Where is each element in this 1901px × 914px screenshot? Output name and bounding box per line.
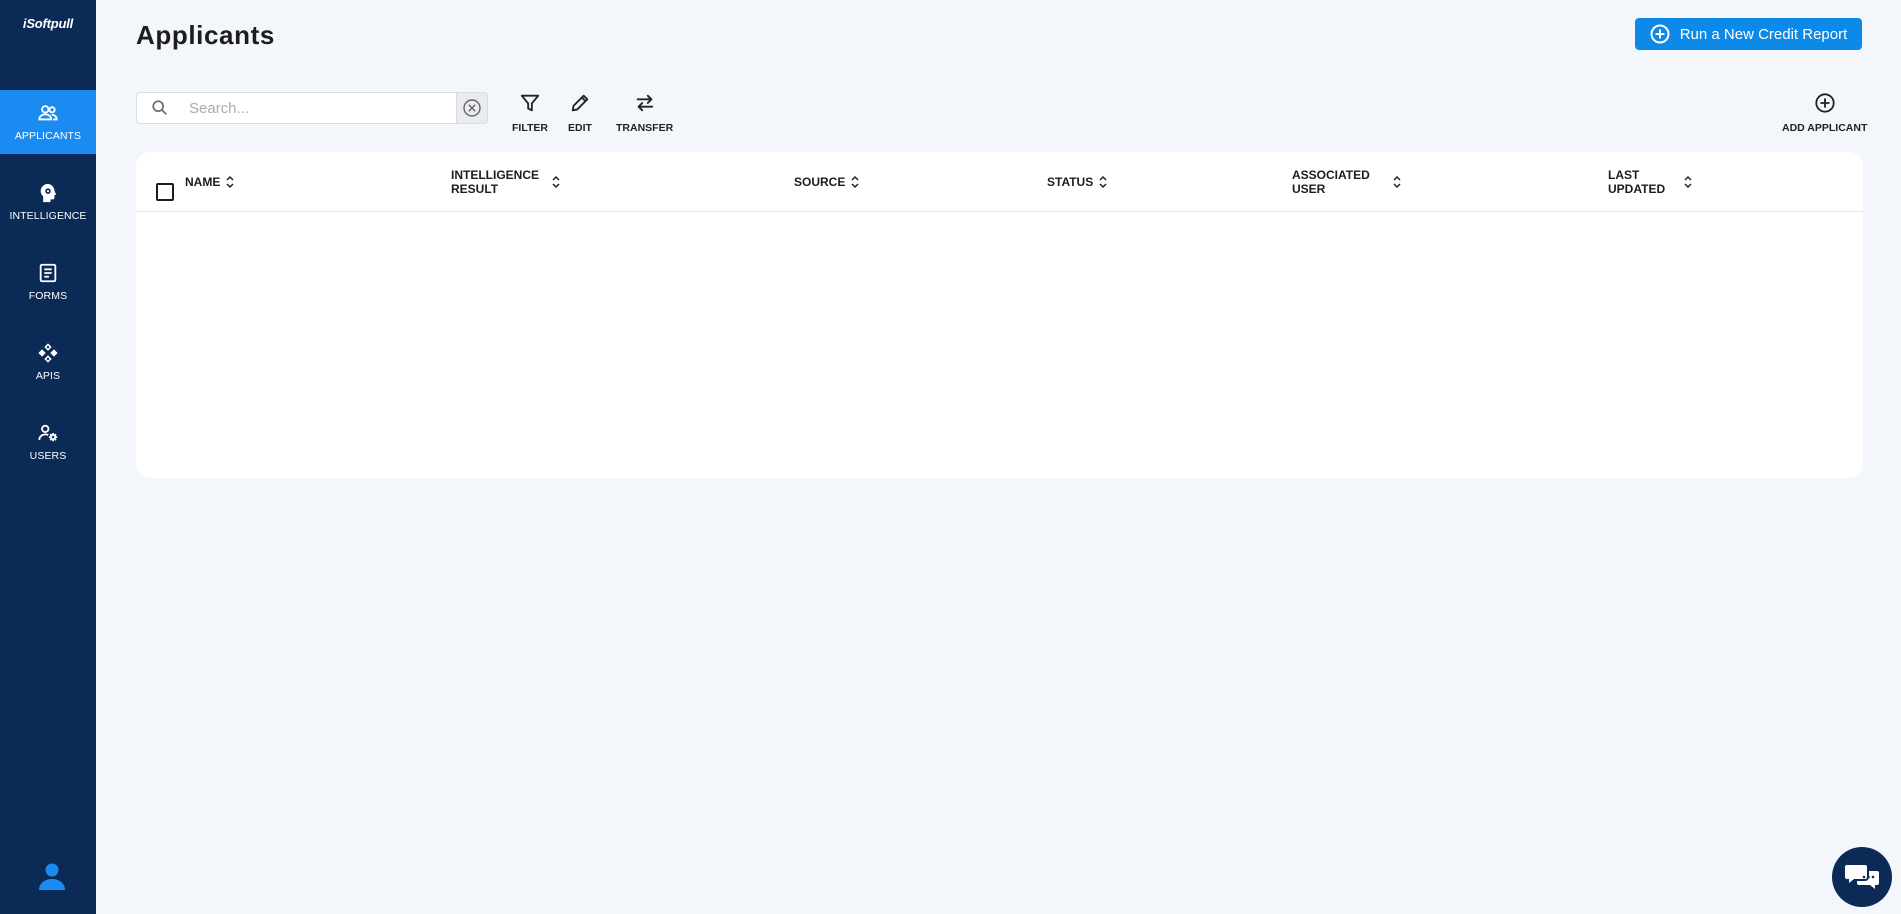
page-title: Applicants bbox=[136, 20, 275, 50]
search-icon bbox=[152, 100, 167, 115]
column-header-label: SOURCE bbox=[794, 175, 846, 189]
search-box bbox=[136, 92, 456, 124]
select-all-checkbox[interactable] bbox=[156, 183, 174, 201]
filter-button[interactable]: FILTER bbox=[512, 92, 548, 134]
sidebar-item-intelligence[interactable]: INTELLIGENCE bbox=[0, 170, 96, 234]
transfer-button[interactable]: TRANSFER bbox=[616, 92, 673, 134]
sidebar-item-label: FORMS bbox=[28, 290, 68, 302]
profile-icon[interactable] bbox=[36, 860, 68, 892]
sort-icon bbox=[1393, 175, 1401, 189]
column-header-name[interactable]: NAME bbox=[185, 152, 235, 212]
chat-bubbles-icon bbox=[1845, 865, 1879, 889]
sort-icon bbox=[552, 175, 560, 189]
edit-button[interactable]: EDIT bbox=[568, 92, 592, 134]
sort-icon bbox=[1099, 175, 1107, 189]
search-bar bbox=[136, 92, 488, 124]
pencil-icon bbox=[571, 94, 589, 112]
sort-icon bbox=[851, 175, 859, 189]
form-icon bbox=[39, 263, 57, 283]
add-applicant-label: ADD APPLICANT bbox=[1782, 122, 1868, 134]
table-header: NAME INTELLIGENCE RESULT SOURCE STATUS A… bbox=[136, 152, 1863, 212]
brain-head-icon bbox=[40, 183, 57, 203]
sidebar-item-users[interactable]: USERS bbox=[0, 410, 96, 474]
search-input[interactable] bbox=[189, 99, 419, 117]
column-header-label: LAST UPDATED bbox=[1608, 168, 1666, 196]
column-header-label: INTELLIGENCE RESULT bbox=[451, 168, 540, 196]
user-gear-icon bbox=[38, 424, 58, 442]
sidebar: iSoftpull APPLICANTS INTELLIGENCE FORMS … bbox=[0, 0, 96, 914]
column-header-source[interactable]: SOURCE bbox=[794, 152, 860, 212]
filter-icon bbox=[520, 94, 540, 112]
app-logo[interactable]: iSoftpull bbox=[0, 16, 96, 31]
chat-button[interactable] bbox=[1832, 847, 1892, 907]
clear-search-button[interactable] bbox=[456, 92, 488, 124]
column-header-label: ASSOCIATED USER bbox=[1292, 168, 1370, 196]
add-applicant-button[interactable]: ADD APPLICANT bbox=[1782, 92, 1867, 134]
sort-icon bbox=[1684, 175, 1692, 189]
column-header-label: STATUS bbox=[1047, 175, 1094, 189]
column-header-associated-user[interactable]: ASSOCIATED USER bbox=[1292, 152, 1402, 212]
sidebar-item-label: APIS bbox=[35, 370, 61, 382]
sidebar-item-apis[interactable]: APIS bbox=[0, 330, 96, 394]
transfer-arrows-icon bbox=[636, 94, 653, 112]
column-header-last-updated[interactable]: LAST UPDATED bbox=[1608, 152, 1693, 212]
sidebar-item-label: APPLICANTS bbox=[14, 130, 82, 142]
sidebar-item-forms[interactable]: FORMS bbox=[0, 250, 96, 314]
filter-label: FILTER bbox=[512, 122, 548, 134]
column-header-label: NAME bbox=[185, 175, 221, 189]
api-icon bbox=[38, 343, 58, 363]
sort-icon bbox=[226, 175, 234, 189]
column-header-status[interactable]: STATUS bbox=[1047, 152, 1108, 212]
plus-circle-icon bbox=[1815, 93, 1835, 113]
transfer-label: TRANSFER bbox=[616, 122, 674, 134]
plus-circle-icon bbox=[1650, 24, 1670, 44]
applicants-table: NAME INTELLIGENCE RESULT SOURCE STATUS A… bbox=[136, 152, 1863, 478]
close-circle-icon bbox=[463, 99, 481, 117]
sidebar-item-label: USERS bbox=[29, 450, 67, 462]
run-credit-report-label: Run a New Credit Report bbox=[1679, 25, 1848, 43]
sidebar-item-applicants[interactable]: APPLICANTS bbox=[0, 90, 96, 154]
sidebar-item-label: INTELLIGENCE bbox=[9, 210, 87, 222]
edit-label: EDIT bbox=[568, 122, 592, 134]
run-credit-report-button[interactable]: Run a New Credit Report bbox=[1635, 18, 1862, 50]
users-icon bbox=[38, 105, 58, 121]
column-header-intelligence-result[interactable]: INTELLIGENCE RESULT bbox=[451, 152, 561, 212]
